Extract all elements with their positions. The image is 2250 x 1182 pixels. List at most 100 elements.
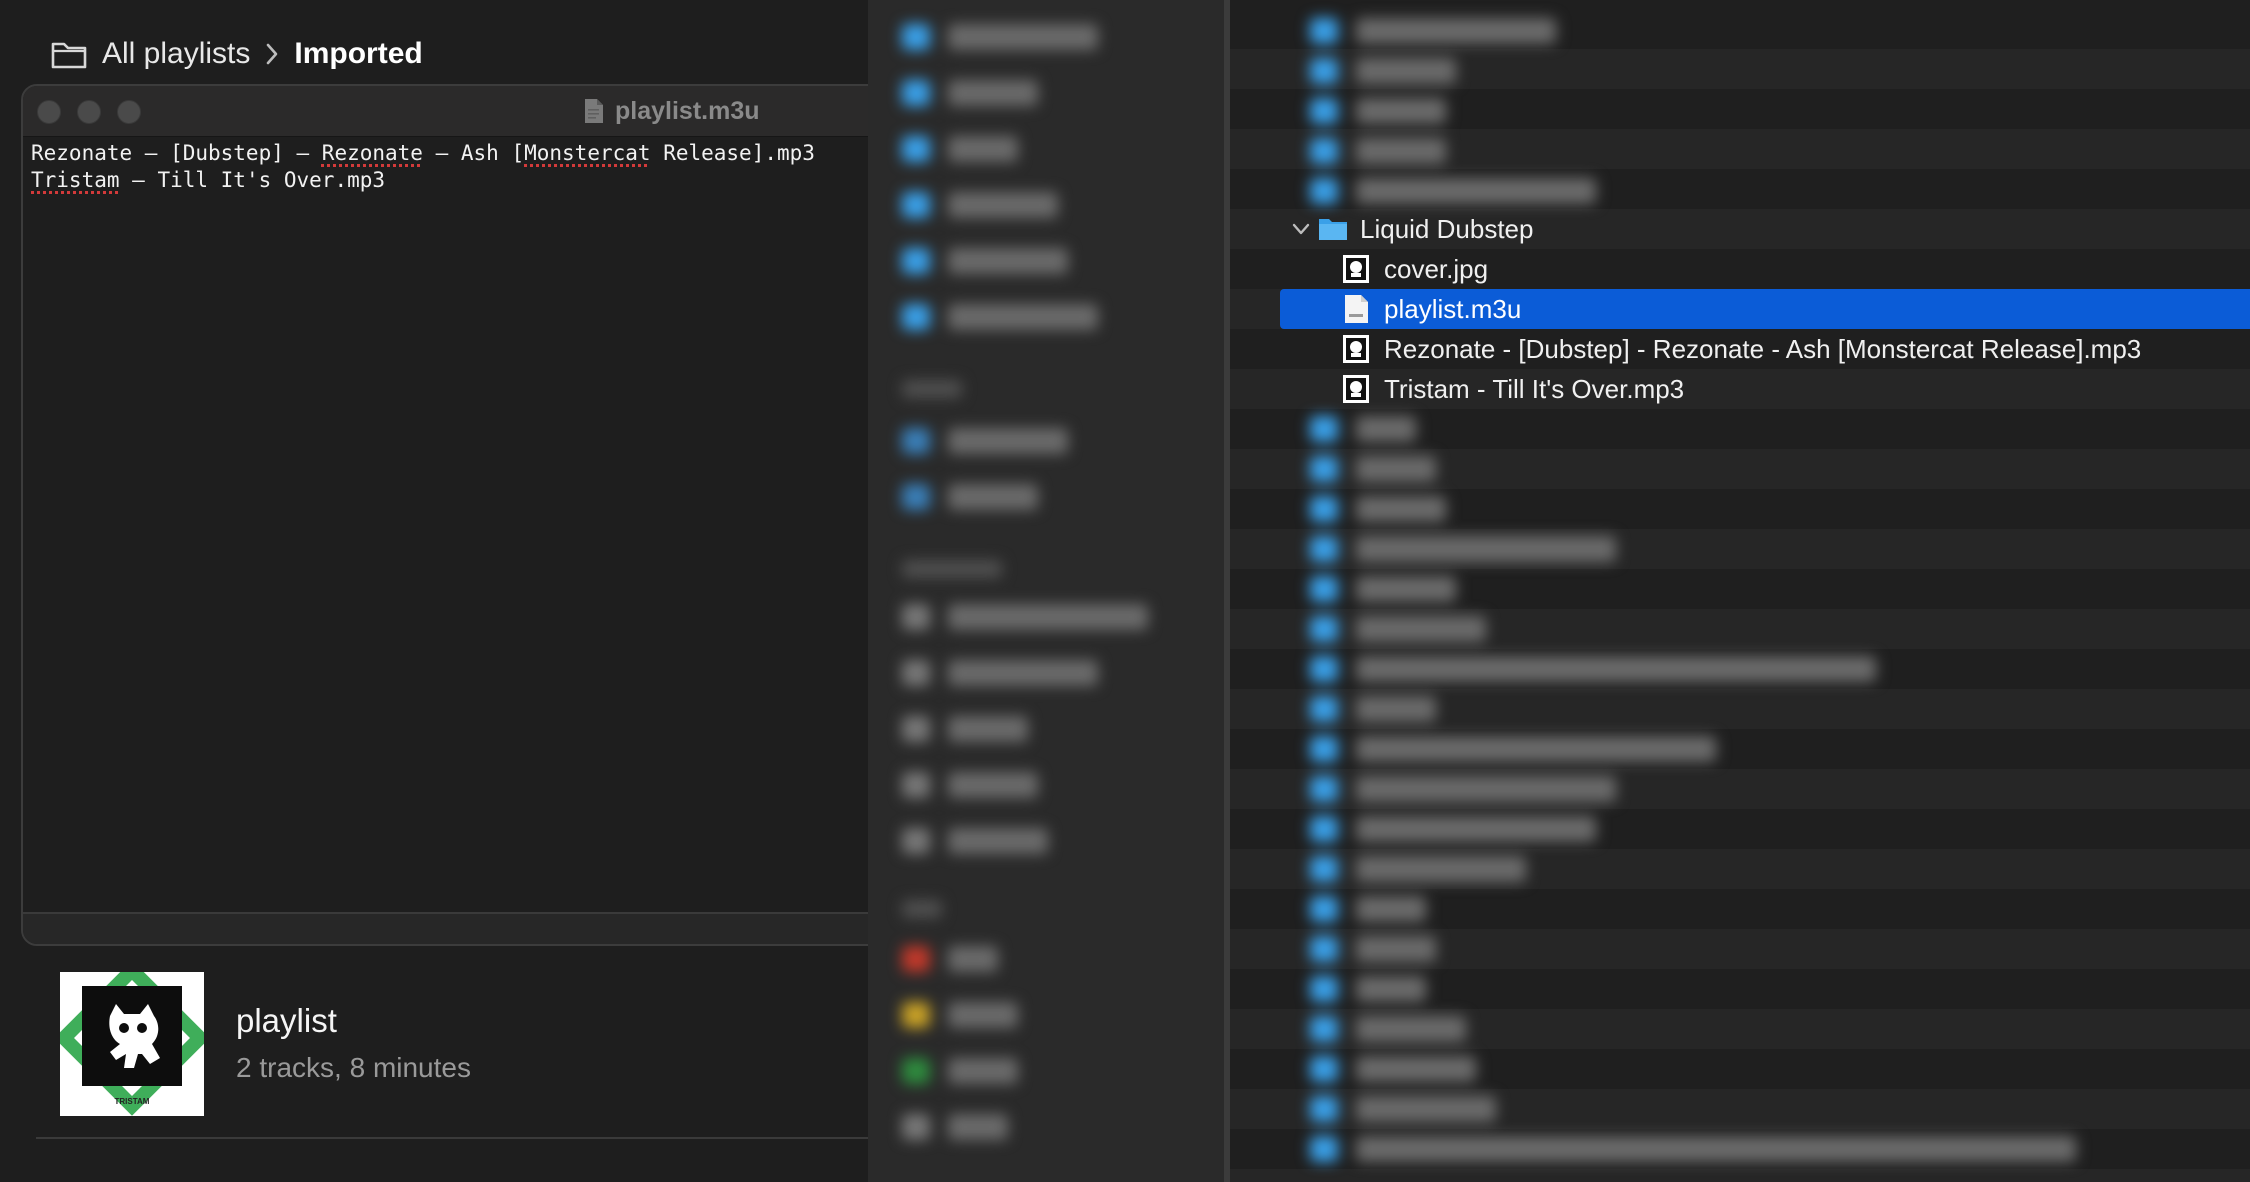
blurred-label — [1356, 1136, 2076, 1162]
blurred-row — [902, 304, 1098, 330]
blurred-row — [1310, 496, 1446, 522]
blurred-label — [1356, 816, 1596, 842]
blurred-rows-below — [1230, 0, 2250, 1182]
blurred-row — [902, 946, 998, 972]
file-name: cover.jpg — [1384, 253, 1489, 284]
blurred-label — [948, 304, 1098, 330]
blurred-section-header — [902, 900, 942, 918]
blurred-row — [1310, 896, 1426, 922]
blurred-label — [1356, 976, 1426, 1002]
blurred-label — [948, 428, 1068, 454]
blurred-row — [902, 772, 1038, 798]
close-button[interactable] — [37, 100, 61, 124]
file-name: playlist.m3u — [1384, 293, 1522, 324]
blurred-row — [902, 660, 1098, 686]
album-art-caption: TRISTAM — [115, 1097, 150, 1106]
blurred-label — [1356, 576, 1456, 602]
blurred-folder-icon — [1310, 936, 1338, 962]
blurred-label — [948, 604, 1148, 630]
blurred-folder-icon — [902, 192, 930, 218]
blurred-folder-icon — [902, 80, 930, 106]
editor-text-area[interactable]: Rezonate – [Dubstep] – Rezonate – Ash [M… — [31, 140, 815, 194]
blurred-folder-icon — [1310, 496, 1338, 522]
blurred-row — [1310, 1136, 2076, 1162]
blurred-label — [1356, 496, 1446, 522]
blurred-row — [902, 136, 1018, 162]
blurred-folder-icon — [902, 1058, 930, 1084]
window-titlebar[interactable]: playlist.m3u — [23, 86, 919, 137]
blurred-section-header — [902, 380, 962, 398]
breadcrumb-imported[interactable]: Imported — [294, 37, 422, 71]
finder-file-list[interactable]: Liquid Dubstep cover.jpg playlist.m3u Rezo… — [1230, 0, 2250, 1182]
blurred-folder-icon — [1310, 456, 1338, 482]
blurred-row — [902, 716, 1028, 742]
blurred-label — [1356, 936, 1436, 962]
audio-file-icon — [1342, 374, 1370, 404]
file-row[interactable]: Tristam - Till It's Over.mp3 — [1280, 369, 2250, 409]
blurred-folder-icon — [1310, 416, 1338, 442]
blurred-label — [948, 24, 1098, 50]
blurred-label — [1356, 1096, 1496, 1122]
blurred-label — [1356, 536, 1616, 562]
blurred-folder-icon — [902, 248, 930, 274]
blurred-folder-icon — [902, 304, 930, 330]
blurred-label — [1356, 616, 1486, 642]
chevron-down-icon[interactable] — [1292, 222, 1310, 236]
blurred-folder-icon — [1310, 736, 1338, 762]
divider — [36, 1137, 868, 1139]
file-name: Rezonate - [Dubstep] - Rezonate - Ash [M… — [1384, 333, 2142, 364]
blurred-row — [1310, 776, 1616, 802]
folder-row-liquid-dubstep[interactable]: Liquid Dubstep — [1280, 209, 2250, 249]
blurred-label — [948, 192, 1058, 218]
blurred-folder-icon — [902, 136, 930, 162]
file-row[interactable]: Rezonate - [Dubstep] - Rezonate - Ash [M… — [1280, 329, 2250, 369]
blurred-label — [1356, 416, 1416, 442]
minimize-button[interactable] — [77, 100, 101, 124]
zoom-button[interactable] — [117, 100, 141, 124]
blurred-row — [902, 604, 1148, 630]
blurred-folder-icon — [1310, 976, 1338, 1002]
music-app: All playlists Imported playlist.m3u Rezo… — [0, 0, 921, 1182]
blurred-row — [1310, 856, 1526, 882]
blurred-section-header — [902, 560, 1002, 578]
blurred-folder-icon — [902, 772, 930, 798]
blurred-label — [1356, 736, 1716, 762]
breadcrumb: All playlists Imported — [50, 32, 423, 76]
blurred-label — [948, 946, 998, 972]
blurred-row — [902, 248, 1068, 274]
text-editor-window[interactable]: playlist.m3u Rezonate – [Dubstep] – Rezo… — [21, 84, 921, 946]
chevron-right-icon — [267, 43, 278, 65]
blurred-folder-icon — [1310, 616, 1338, 642]
window-title: playlist.m3u — [583, 86, 760, 136]
album-art[interactable]: TRISTAM — [54, 960, 210, 1116]
monstercat-logo-art: TRISTAM — [54, 960, 210, 1116]
blurred-row — [1310, 816, 1596, 842]
blurred-row — [1310, 656, 1876, 682]
file-row[interactable]: playlist.m3u — [1280, 289, 2250, 329]
blurred-label — [948, 1058, 1018, 1084]
blurred-label — [948, 772, 1038, 798]
blurred-folder-icon — [1310, 656, 1338, 682]
blurred-row — [902, 1058, 1018, 1084]
blurred-label — [948, 1002, 1018, 1028]
blurred-row — [1310, 696, 1436, 722]
blurred-folder-icon — [1310, 1016, 1338, 1042]
blurred-row — [1310, 936, 1436, 962]
file-row[interactable]: cover.jpg — [1280, 249, 2250, 289]
audio-file-icon — [1342, 334, 1370, 364]
blurred-row — [902, 24, 1098, 50]
blurred-folder-icon — [902, 1002, 930, 1028]
blurred-folder-icon — [1310, 1136, 1338, 1162]
blurred-folder-icon — [1310, 856, 1338, 882]
editor-line: Rezonate – [Dubstep] – Rezonate – Ash [M… — [31, 140, 815, 167]
blurred-label — [1356, 856, 1526, 882]
blurred-label — [1356, 456, 1436, 482]
blurred-row — [902, 1002, 1018, 1028]
blurred-sidebar-content — [868, 0, 1224, 1182]
blurred-folder-icon — [902, 1114, 930, 1140]
breadcrumb-all-playlists[interactable]: All playlists — [102, 37, 250, 71]
blurred-row — [902, 428, 1068, 454]
blurred-folder-icon — [1310, 536, 1338, 562]
blurred-folder-icon — [1310, 1096, 1338, 1122]
blurred-folder-icon — [1310, 576, 1338, 602]
